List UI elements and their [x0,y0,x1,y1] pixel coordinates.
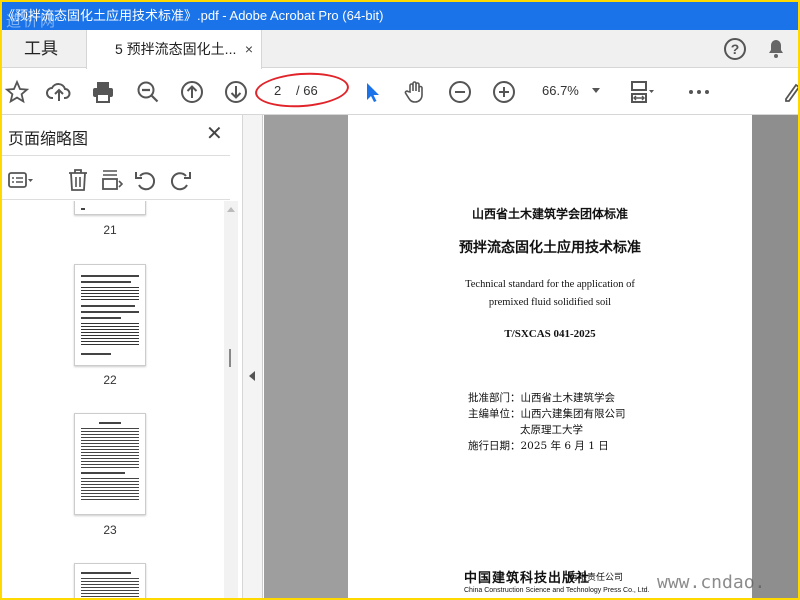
thumbnail-label: 21 [103,223,117,237]
acrobat-window: 《预拌流态固化土应用技术标准》.pdf - Adobe Acrobat Pro … [2,2,798,598]
page-english-title-line1: Technical standard for the application o… [465,279,635,290]
panel-close-icon[interactable]: ✕ [206,121,223,146]
main-toolbar: 2 / 66 66.7% [2,69,798,115]
collapse-panel-icon[interactable] [249,371,255,381]
page-thumbnails-panel: 页面缩略图 ✕ 21 22 23 [2,115,243,598]
tab-tools[interactable]: 工具 [2,30,86,68]
thumbnail-text [81,317,121,319]
hand-tool-icon[interactable] [402,79,428,105]
approval-department: 批准部门：山西省土木建筑学会 [468,392,615,404]
zoom-dropdown-chevron-icon[interactable] [592,88,600,93]
publisher-english: China Construction Science and Technolog… [464,587,650,594]
previous-page-icon[interactable] [179,79,205,105]
thumbnail-text [99,422,121,424]
page-fit-icon[interactable] [628,79,654,105]
panel-toolbar [2,159,230,199]
thumbnail-list: 21 22 23 [2,201,224,598]
thumbnail-text [81,353,111,355]
title-bar: 《预拌流态固化土应用技术标准》.pdf - Adobe Acrobat Pro … [2,2,798,30]
thumbnail-page-23[interactable] [74,413,146,515]
zoom-in-icon[interactable] [491,79,517,105]
thumbnail-scrollbar[interactable] [224,201,238,598]
zoom-level-select[interactable]: 66.7% [542,80,579,102]
thumbnail-text [81,305,135,307]
thumbnail-text [81,275,139,277]
rotate-right-icon[interactable] [167,167,193,193]
bell-icon[interactable] [767,39,785,59]
document-viewport[interactable]: 山西省土木建筑学会团体标准 预拌流态固化土应用技术标准 Technical st… [264,115,798,598]
thumbnail-text [81,281,131,283]
delete-page-icon[interactable] [65,167,91,193]
chief-editor-unit-2: 太原理工大学 [520,424,583,436]
thumbnail-text [81,472,125,474]
standard-code: T/SXCAS 041-2025 [504,328,596,340]
thumbnail-page-22[interactable] [74,264,146,366]
page-title: 预拌流态固化土应用技术标准 [459,240,641,256]
bookmark-star-icon[interactable] [4,79,30,105]
chief-editor-unit: 主编单位：山西六建集团有限公司 [468,408,626,420]
effective-date: 施行日期：2025 年 6 月 1 日 [468,440,609,452]
thumbnail-text [81,428,139,468]
print-icon[interactable] [90,79,116,105]
cloud-upload-icon[interactable] [46,79,72,105]
fill-sign-icon[interactable] [778,79,798,105]
thumbnail-text [81,572,131,574]
thumbnail-page-24[interactable] [74,563,146,598]
tab-document-label: 5 预拌流态固化土... [115,41,237,57]
page-organization: 山西省土木建筑学会团体标准 [471,207,628,221]
zoom-out-search-icon[interactable] [135,79,161,105]
thumbnail-table [81,287,139,301]
extract-page-icon[interactable] [99,167,125,193]
panel-divider [2,155,230,156]
zoom-out-icon[interactable] [447,79,473,105]
panel-divider [2,199,230,200]
next-page-icon[interactable] [223,79,249,105]
thumbnail-options-icon[interactable] [8,167,34,193]
panel-title: 页面缩略图 [8,131,89,148]
pdf-page: 山西省土木建筑学会团体标准 预拌流态固化土应用技术标准 Technical st… [348,115,752,598]
thumbnail-label: 22 [103,373,117,387]
rotate-left-icon[interactable] [133,167,159,193]
more-options-icon[interactable] [686,79,712,105]
panel-splitter[interactable] [243,115,263,598]
tab-close-icon[interactable]: × [245,30,253,68]
tab-row: 工具 5 预拌流态固化土... × ? [2,30,798,69]
thumbnail-text [81,578,139,598]
thumbnail-text [81,208,85,210]
publisher-suffix: 有限责任公司 [569,573,624,583]
window-title: 《预拌流态固化土应用技术标准》.pdf - Adobe Acrobat Pro … [2,8,384,23]
select-cursor-icon[interactable] [358,79,384,105]
scroll-up-icon[interactable] [227,207,235,212]
red-annotation-oval [253,69,351,111]
watermark-top-left: 造价网 [6,12,58,30]
page-english-title-line2: premixed fluid solidified soil [488,297,612,308]
scrollbar-grip[interactable] [229,349,231,367]
document-scrollbar[interactable] [752,115,798,598]
help-icon[interactable]: ? [724,38,746,60]
tab-document[interactable]: 5 预拌流态固化土... × [86,30,262,69]
thumbnail-page-21[interactable] [74,201,146,215]
thumbnail-text [81,478,139,502]
thumbnail-label: 23 [103,523,117,537]
thumbnail-text [81,311,139,313]
thumbnail-table [81,323,139,347]
watermark-bottom-right: www.cndao. [657,572,766,593]
